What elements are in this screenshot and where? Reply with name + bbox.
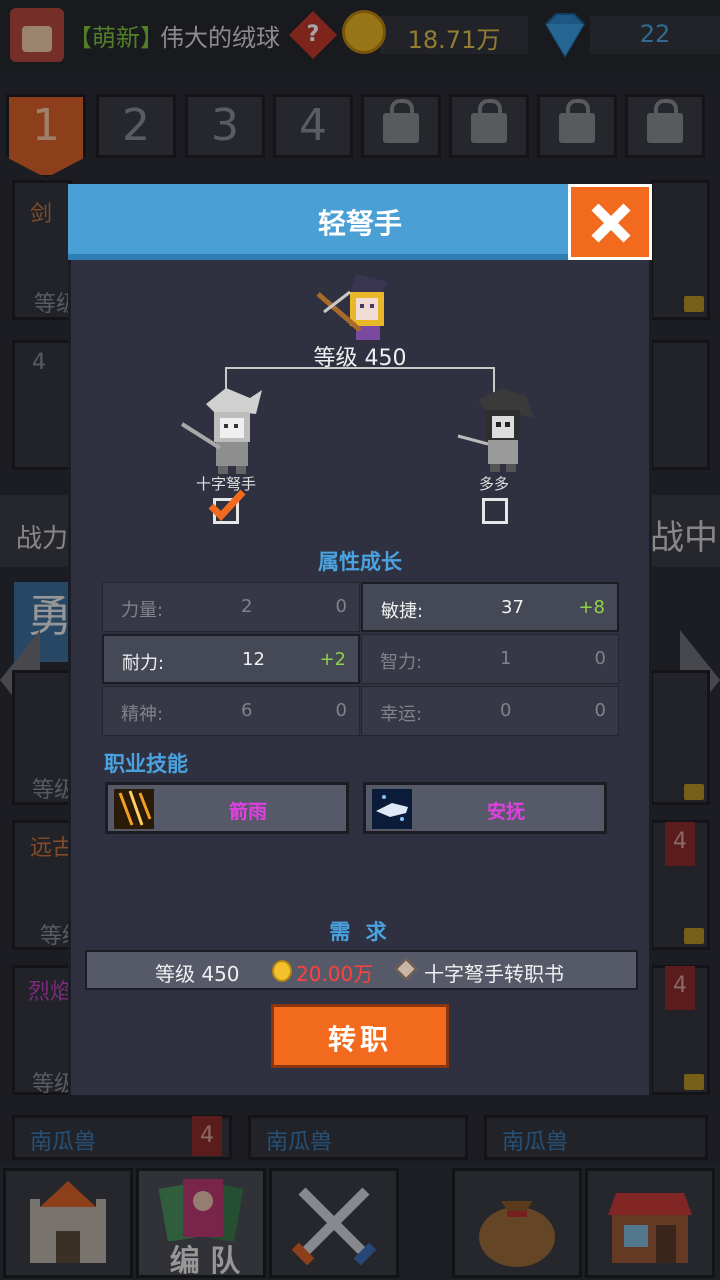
dialog-title: 轻弩手	[317, 207, 402, 240]
attr-increment: +8	[578, 597, 605, 618]
attr-luck: 幸运: 0 0	[361, 686, 619, 736]
attr-value: 2	[241, 596, 253, 617]
skill-soothe[interactable]: 安抚	[363, 782, 607, 834]
gold-coin-icon	[272, 960, 292, 982]
required-item: 十字弩手转职书	[424, 962, 564, 986]
attr-increment: 0	[594, 648, 606, 669]
attr-name: 精神:	[121, 704, 164, 725]
attr-value: 1	[500, 648, 512, 669]
attr-increment: 0	[594, 700, 606, 721]
attr-name: 力量:	[121, 600, 164, 621]
attr-value: 6	[241, 700, 253, 721]
attr-strength: 力量: 2 0	[102, 582, 360, 632]
required-gold: 20.00万	[296, 962, 374, 986]
branch-right-checkbox[interactable]	[482, 498, 508, 524]
attr-increment: 0	[335, 700, 347, 721]
arrow-rain-icon	[114, 789, 154, 829]
attribute-table: 力量: 2 0 敏捷: 37 +8 耐力: 12 +2 智力: 1 0 精神: …	[102, 582, 624, 738]
attr-value: 0	[500, 700, 512, 721]
soothe-hand-icon	[372, 789, 412, 829]
close-button[interactable]	[568, 184, 652, 260]
attr-name: 智力:	[380, 652, 423, 673]
crossbowman-sprite	[180, 388, 262, 474]
skill-arrow-rain[interactable]: 箭雨	[105, 782, 349, 834]
attr-value: 12	[242, 649, 265, 670]
attr-spirit: 精神: 6 0	[102, 686, 360, 736]
attr-stamina: 耐力: 12 +2	[102, 634, 360, 684]
attr-name: 幸运:	[380, 704, 423, 725]
attr-name: 敏捷:	[381, 601, 424, 622]
attribute-growth-title: 属性成长	[318, 550, 402, 574]
skill-label: 安抚	[486, 801, 525, 823]
attr-agility: 敏捷: 37 +8	[361, 582, 619, 632]
check-icon	[208, 489, 246, 522]
attr-name: 耐力:	[122, 653, 165, 674]
requirements-title: 需 求	[329, 920, 391, 944]
skill-label: 箭雨	[228, 801, 267, 823]
close-icon	[591, 203, 631, 243]
attr-increment: +2	[319, 649, 346, 670]
change-job-label: 转职	[327, 1023, 392, 1056]
required-level: 等级 450	[155, 962, 240, 986]
light-crossbowman-sprite	[316, 274, 388, 340]
attr-value: 37	[501, 597, 524, 618]
job-skills-title: 职业技能	[104, 752, 188, 776]
attr-increment: 0	[335, 596, 347, 617]
branch-right-label: 多多	[478, 475, 509, 493]
attr-intelligence: 智力: 1 0	[361, 634, 619, 684]
duoduo-sprite	[457, 388, 534, 472]
